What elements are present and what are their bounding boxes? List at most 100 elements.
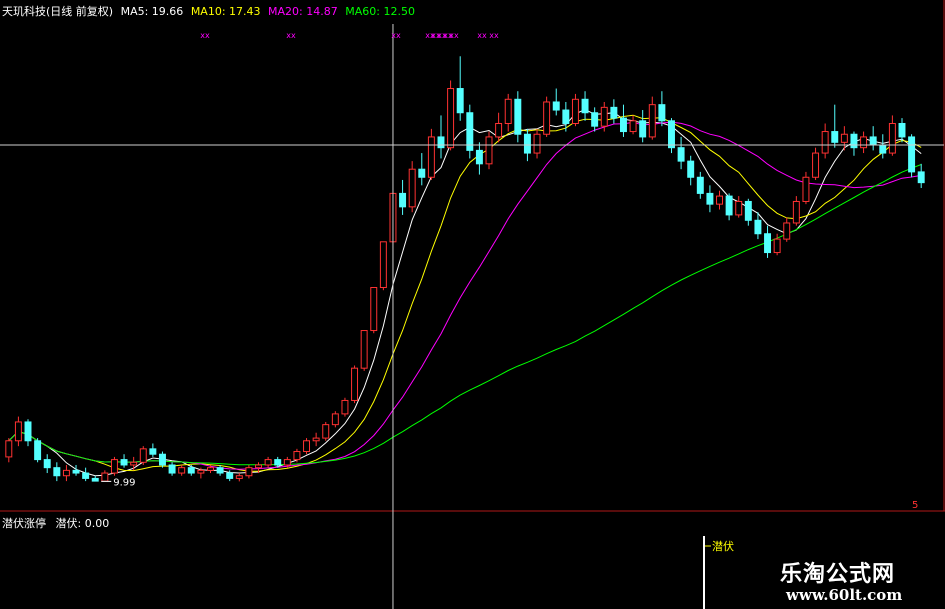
candle [5,438,13,463]
sub-panel-header: 潜伏涨停 潜伏: 0.00 [2,515,109,531]
candle-body [370,287,378,332]
candle [677,136,685,170]
candle-body [917,171,925,184]
candle [43,454,51,474]
candle [91,475,99,482]
candle-body [178,467,186,474]
candle-body [677,147,685,162]
candle-body [485,136,493,165]
candle-body [418,168,426,178]
candle-body [629,120,637,133]
signal-marker: xx [489,31,499,40]
candle [917,163,925,189]
candle [53,462,61,482]
ma-line-ma10 [8,114,922,472]
candle [427,128,435,180]
candle-body [130,461,138,466]
candle [869,126,877,151]
candle-body [764,233,772,254]
candle-body [581,98,589,114]
candle-body [14,421,22,442]
signal-marker: xx [391,31,401,40]
candle-body [216,467,224,474]
candle-body [120,459,128,466]
candle-body [255,464,262,469]
candle [351,365,359,404]
candle [552,88,560,116]
candle-body [62,469,70,477]
ma-line-ma20 [8,121,922,470]
candle-body [668,120,675,149]
chart-header: 天玑科技(日线 前复权) MA5: 19.66 MA10: 17.43 MA20… [2,3,419,19]
candle-body [514,98,522,135]
candle [447,80,455,151]
candle [735,196,743,218]
candle-body [706,192,714,205]
candle-body [101,472,109,482]
candle [158,451,166,468]
candle-body [168,464,176,474]
candle-body [869,136,877,146]
candle [571,93,579,127]
candle [687,155,695,186]
candle [130,456,138,471]
candle-body [696,176,704,194]
ma5-label: MA5: 19.66 [120,5,184,18]
scale-mark: 5 [912,500,918,511]
candle-body [312,437,320,442]
candle-body [725,195,733,216]
candle [341,397,349,417]
candle [908,134,916,178]
candle-body [399,192,407,208]
candle [120,454,128,468]
candle [648,96,656,140]
candle [456,56,464,121]
candle-body [619,117,627,133]
candle [610,99,618,124]
stock-title: 天玑科技(日线 前复权) [2,5,114,18]
candle-body [158,453,166,466]
candle-body [341,399,349,415]
candle [379,241,387,291]
candle-body [735,200,743,216]
candle-body [82,472,90,479]
candle [216,464,224,476]
candlestick-chart[interactable]: xx xx xx xxxxxxxxxx xx xx9.995潜伏 [0,0,945,609]
candle-body [437,136,445,149]
candle-body [773,238,781,254]
candle-body [591,112,599,127]
candle-body [879,144,887,154]
candle-body [322,424,330,439]
candle [888,115,896,156]
candle-body [898,122,906,138]
signal-marker: xx [200,31,210,40]
candle [696,171,704,199]
candle [187,464,195,476]
ma60-label: MA60: 12.50 [345,5,415,18]
candle-body [91,477,99,482]
candle [178,464,186,476]
candle [14,416,22,447]
candle-body [639,120,647,138]
candle-body [783,222,791,240]
candle-body [293,451,301,461]
sub-panel-value: 潜伏: 0.00 [55,517,110,530]
candle-body [543,101,551,135]
candle [62,464,70,482]
candle-body [495,122,503,138]
candle-body [379,241,387,289]
candle-body [235,475,243,479]
candle [725,193,733,221]
candle [533,128,541,159]
signal-label: 潜伏 [712,539,734,553]
candle-body [408,168,416,208]
candle [504,93,512,132]
candle-body [888,122,896,154]
candle-body [475,149,483,165]
candle [264,456,272,468]
candle-body [245,467,253,477]
candle [245,464,253,479]
candle-body [139,448,147,463]
candle [168,462,176,476]
candle [629,115,637,135]
